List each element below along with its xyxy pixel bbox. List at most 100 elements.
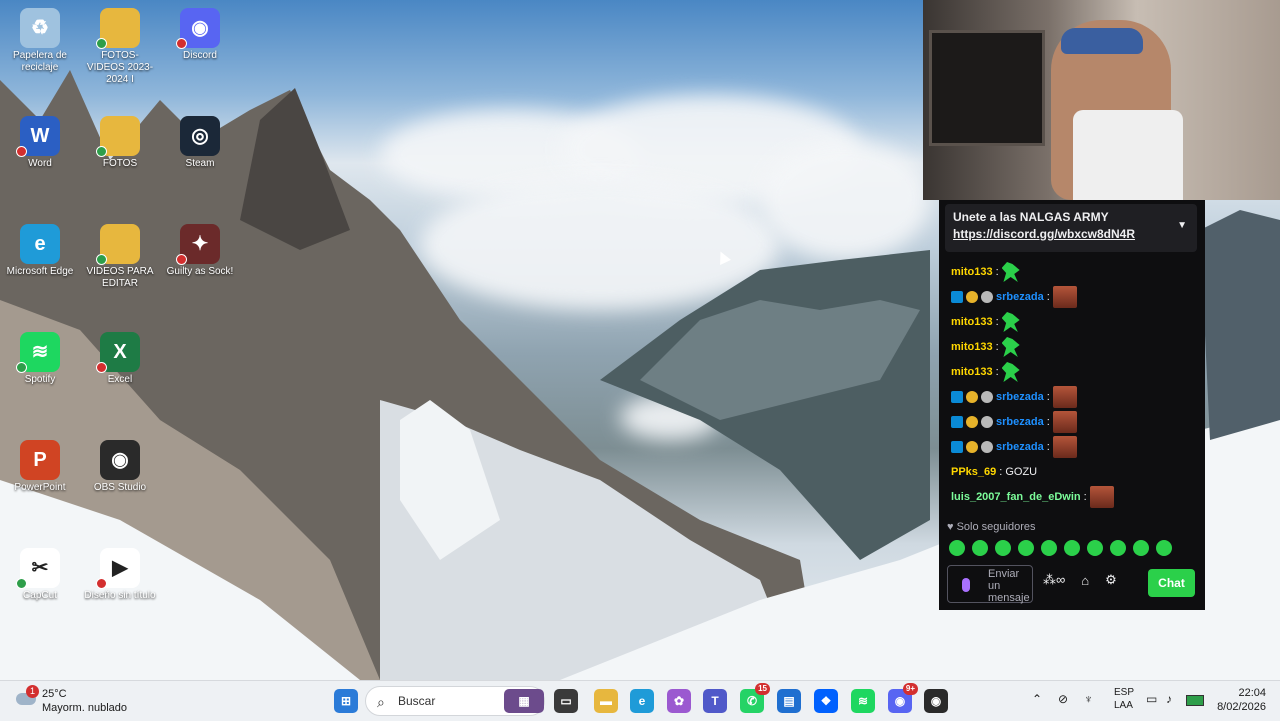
network-icon[interactable]: ▭ [1146,692,1157,706]
chat-username[interactable]: srbezada [996,291,1044,303]
emote-icon[interactable] [1133,540,1149,556]
desktop-icon-label: Excel [107,374,133,385]
bomb-badge-icon[interactable] [981,416,993,428]
store-icon[interactable]: ▤ [777,689,801,713]
lang-line1[interactable]: ESP [1114,687,1134,698]
chat-username[interactable]: srbezada [996,441,1044,453]
emote-icon[interactable] [1087,540,1103,556]
weather-badge: 1 [26,685,39,698]
bomb-badge-icon[interactable] [981,291,993,303]
chat-username[interactable]: mito133 [951,316,993,328]
desktop-icon[interactable]: X Excel [82,328,158,420]
face-emote-icon[interactable] [1052,411,1077,433]
chat-username[interactable]: mito133 [951,266,993,278]
widgets-icon[interactable]: ▦ [504,689,544,713]
spotify-icon[interactable]: ≋ [851,689,875,713]
battery-icon[interactable] [1186,695,1204,706]
sub-badge-icon[interactable] [966,441,978,453]
copilot-icon[interactable]: ✿ [667,689,691,713]
clock-time: 22:04 [1238,687,1266,699]
emote-icon[interactable] [1064,540,1080,556]
bomb-badge-icon[interactable] [981,391,993,403]
emote-icon[interactable] [972,540,988,556]
face-emote-icon[interactable] [1052,436,1077,458]
dropbox-icon[interactable]: ❖ [814,689,838,713]
sub-badge-icon[interactable] [966,391,978,403]
colon: : [995,316,999,328]
mod-badge-icon[interactable] [951,441,963,453]
edge-icon[interactable]: e [630,689,654,713]
sub-badge-icon[interactable] [966,416,978,428]
weather-widget[interactable]: 1 25°C Mayorm. nublado [14,685,134,717]
steam-icon: ◎ [180,116,220,156]
green-emote-icon[interactable] [1001,262,1020,282]
security-icon[interactable]: ⊘ [1058,692,1068,706]
chat-username[interactable]: PPks_69 [951,466,996,478]
sub-badge-icon[interactable] [966,291,978,303]
send-chat-button[interactable]: Chat [1148,569,1195,597]
clock[interactable]: 22:04 8/02/2026 [1217,686,1266,714]
chat-username[interactable]: srbezada [996,391,1044,403]
green-emote-icon[interactable] [1001,312,1020,332]
desktop-icon[interactable]: VIDEOS PARA EDITAR [82,220,158,312]
emote-icon[interactable] [1110,540,1126,556]
search-icon: ⌕ [377,694,385,710]
desktop-icon[interactable]: P PowerPoint [2,436,78,528]
chat-username[interactable]: luis_2007_fan_de_eDwin [951,491,1081,503]
emote-icon[interactable] [1156,540,1172,556]
emote-icon[interactable] [1018,540,1034,556]
obs-icon[interactable]: ◉ [924,689,948,713]
chat-message: mito133: [951,336,1020,358]
bomb-badge-icon[interactable] [981,441,993,453]
emote-icon[interactable] [995,540,1011,556]
microphone-icon[interactable] [962,578,970,592]
chevron-down-icon[interactable]: ▼ [1177,220,1187,231]
desktop-icon[interactable]: ◉ Discord [162,4,238,96]
chat-message: mito133: [951,261,1020,283]
discord-icon[interactable]: ◉ 9+ [888,683,918,713]
mod-badge-icon[interactable] [951,291,963,303]
pinned-link[interactable]: https://discord.gg/wbxcw8dN4R [953,227,1189,241]
desktop-icon[interactable]: W Word [2,112,78,204]
desktop-icon[interactable]: FOTOS- VIDEOS 2023-2024 I [82,4,158,96]
desktop-icon[interactable]: ≋ Spotify [2,328,78,420]
chat-input-placeholder: Enviar un mensaje [988,568,1030,604]
file-explorer-icon[interactable]: ▬ [594,689,618,713]
green-emote-icon[interactable] [1001,337,1020,357]
desktop-icon[interactable]: ✂ CapCut [2,544,78,636]
gear-icon[interactable]: ⚙ [1105,572,1117,588]
teams-icon[interactable]: T [703,689,727,713]
green-emote-icon[interactable] [1001,362,1020,382]
desktop-icon[interactable]: ◎ Steam [162,112,238,204]
face-emote-icon[interactable] [1052,286,1077,308]
lang-line2[interactable]: LAA [1114,700,1133,711]
desktop-icon[interactable]: ◉ OBS Studio [82,436,158,528]
colon: : [1046,416,1050,428]
error-badge [96,362,107,373]
desktop-icon[interactable]: e Microsoft Edge [2,220,78,312]
chat-username[interactable]: srbezada [996,416,1044,428]
microphone-tray-icon[interactable]: ♆ [1084,692,1093,706]
chat-username[interactable]: mito133 [951,366,993,378]
chevron-up-icon[interactable]: ⌃ [1032,692,1042,706]
emote-icon[interactable] [949,540,965,556]
face-emote-icon[interactable] [1089,486,1114,508]
chat-username[interactable]: mito133 [951,341,993,353]
face-emote-icon[interactable] [1052,386,1077,408]
colon: : [1046,291,1050,303]
chat-input[interactable]: Enviar un mensaje [947,565,1033,604]
task-view-icon[interactable]: ▭ [554,689,578,713]
desktop-icon[interactable]: ✦ Guilty as Sock! [162,220,238,312]
desktop-icon[interactable]: ♻ Papelera de reciclaje [2,4,78,96]
whatsapp-icon[interactable]: ✆ 15 [740,683,770,713]
emote-icon[interactable] [1041,540,1057,556]
volume-icon[interactable]: ♪ [1166,692,1172,706]
store-icon[interactable]: ⌂ [1081,573,1089,588]
mod-badge-icon[interactable] [951,391,963,403]
windows-start-icon[interactable]: ⊞ [334,689,358,713]
pinned-message[interactable]: Unete a las NALGAS ARMY https://discord.… [945,204,1197,252]
desktop-icon[interactable]: FOTOS [82,112,158,204]
desktop-icon[interactable]: ▶ Diseño sin título [82,544,158,636]
mod-badge-icon[interactable] [951,416,963,428]
bits-icon[interactable]: ⁂∞ [1043,572,1065,588]
